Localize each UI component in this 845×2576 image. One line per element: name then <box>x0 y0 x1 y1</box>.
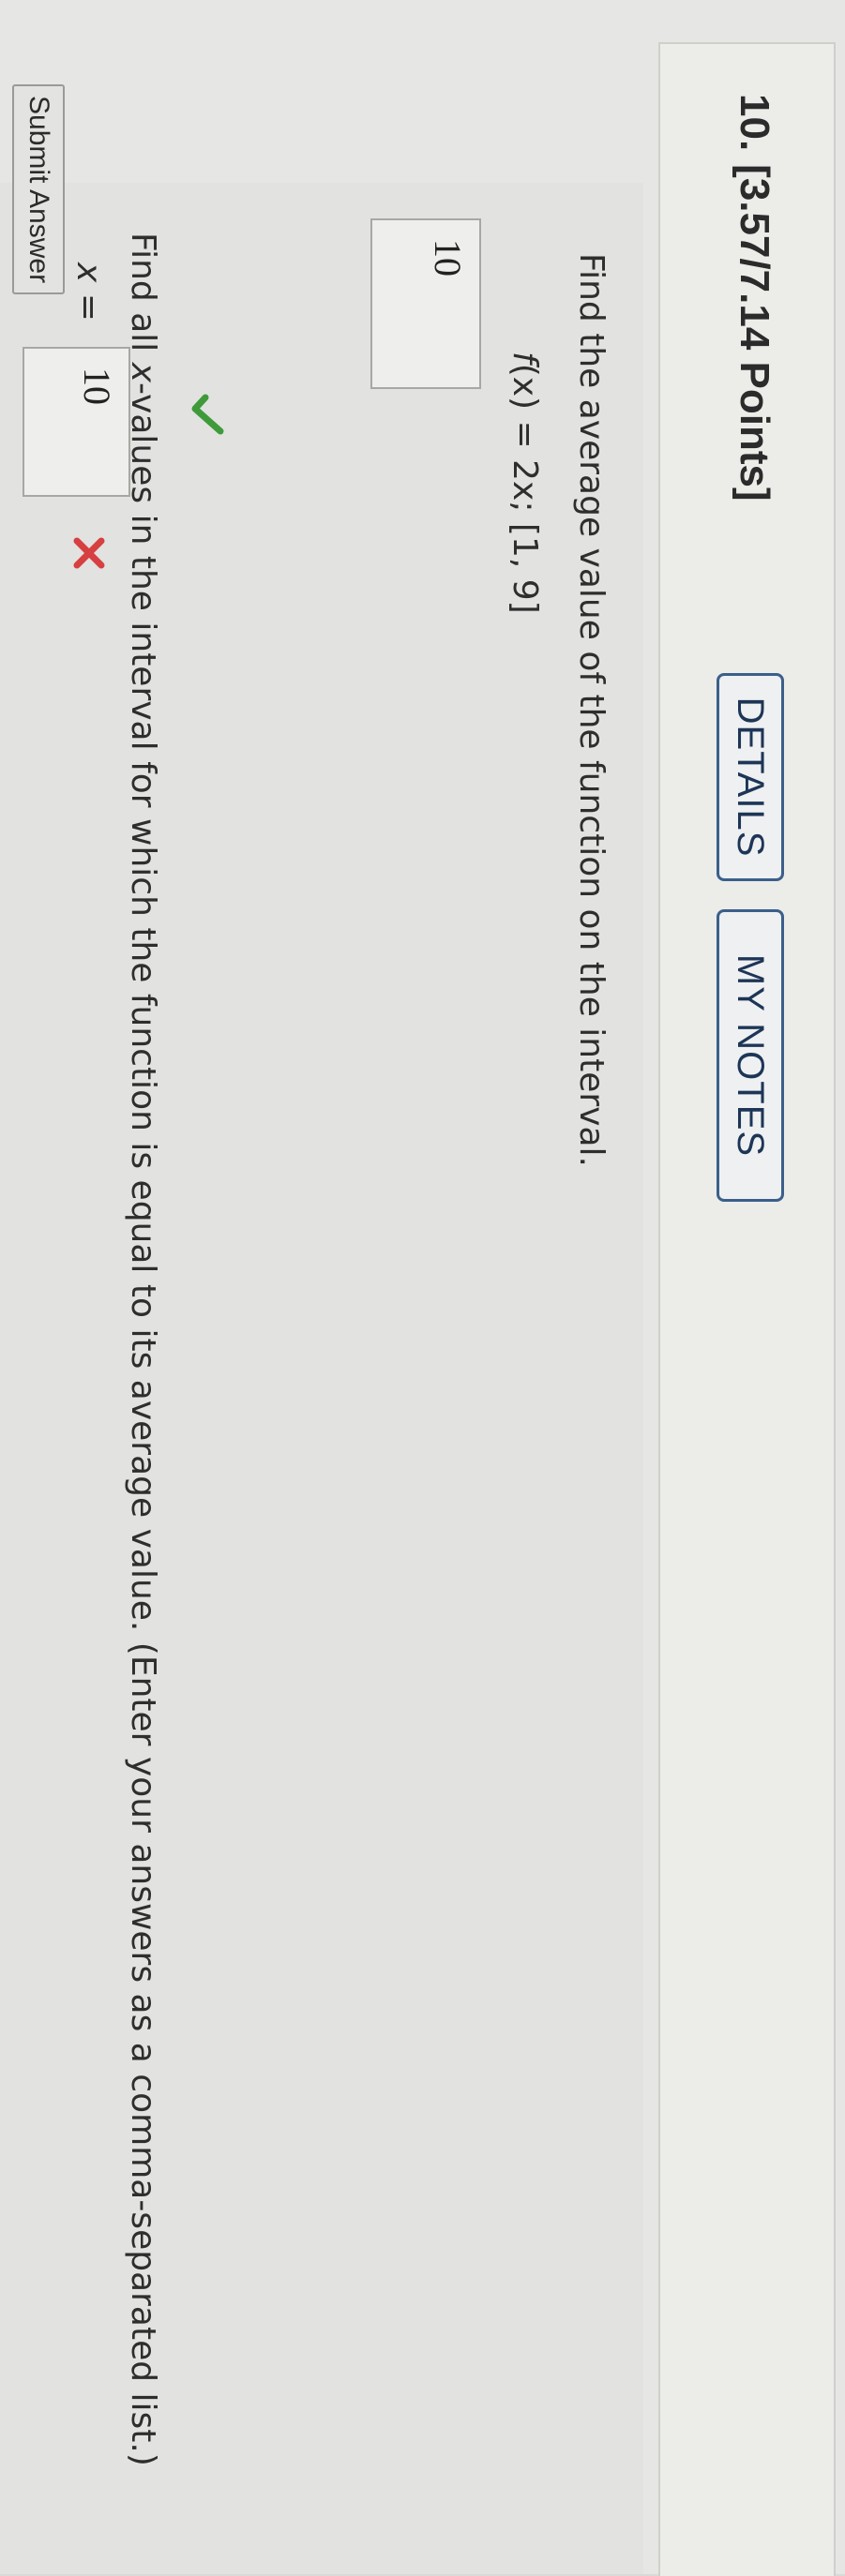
equals-sign: = <box>69 282 108 322</box>
x-equals-label: x = <box>69 262 108 322</box>
function-name: f <box>505 352 544 364</box>
x-values-input[interactable]: 10 <box>23 347 130 497</box>
submit-answer-button[interactable]: Submit Answer <box>12 84 65 295</box>
my-notes-button[interactable]: MY NOTES <box>717 909 784 1202</box>
part2-prompt: Find all x-values in the interval for wh… <box>124 232 162 2466</box>
part1-prompt: Find the average value of the function o… <box>572 253 611 1167</box>
details-button[interactable]: DETAILS <box>717 673 784 881</box>
part2-prompt-end: -values in the interval for which the fu… <box>124 382 162 2466</box>
function-definition: f(x) = 2x; [1, 9] <box>505 352 544 614</box>
question-title: 10. [3.57/7.14 Points] <box>731 94 777 502</box>
question-page: 10. [3.57/7.14 Points] DETAILS MY NOTES F… <box>0 0 845 2576</box>
question-number: 10. <box>732 94 777 152</box>
x-variable: x <box>69 262 108 283</box>
checkmark-icon <box>184 394 226 435</box>
average-value-input[interactable]: 10 <box>370 218 481 389</box>
function-expression: (x) = 2x; [1, 9] <box>505 363 544 614</box>
cross-icon <box>66 534 108 572</box>
question-points: [3.57/7.14 Points] <box>732 164 777 502</box>
part2-prompt-start: Find all <box>124 232 162 363</box>
